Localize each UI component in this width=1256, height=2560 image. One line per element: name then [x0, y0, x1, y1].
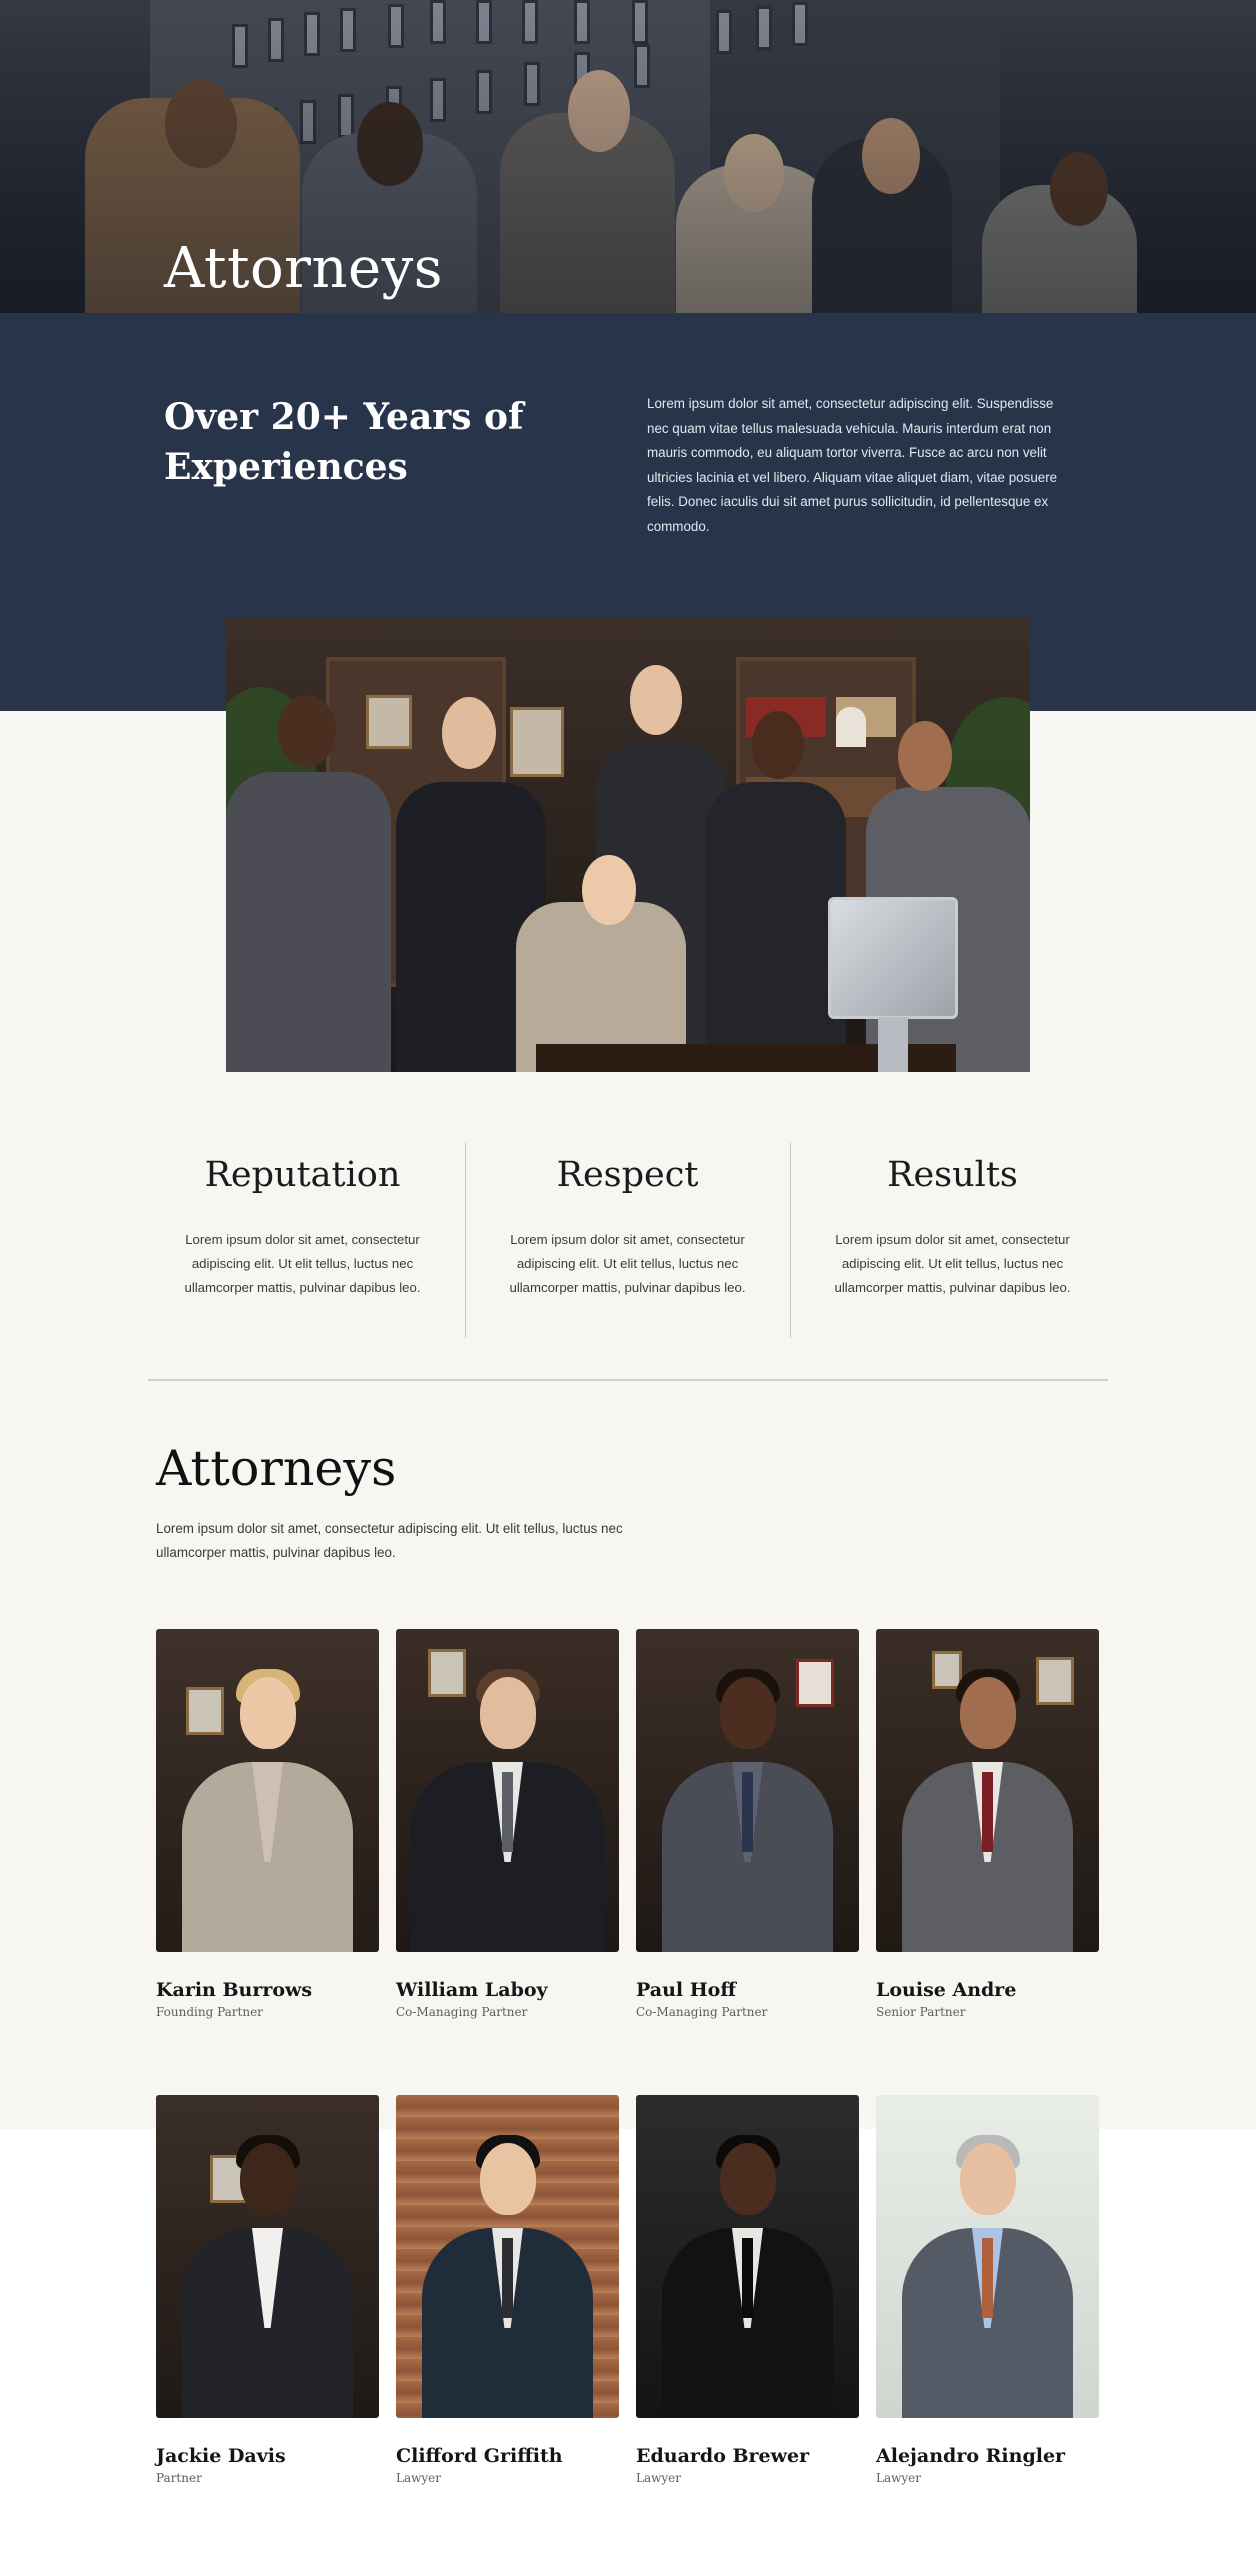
- value-text: Lorem ipsum dolor sit amet, consectetur …: [184, 1232, 421, 1295]
- attorney-name[interactable]: Paul Hoff: [636, 1979, 859, 2001]
- attorney-name[interactable]: Jackie Davis: [156, 2445, 379, 2467]
- attorney-name[interactable]: William Laboy: [396, 1979, 619, 2001]
- team-group-photo: [226, 617, 1030, 1072]
- attorney-name[interactable]: Alejandro Ringler: [876, 2445, 1099, 2467]
- attorney-role: Lawyer: [876, 2471, 922, 2485]
- attorney-role: Co-Managing Partner: [396, 2005, 528, 2019]
- attorney-name[interactable]: Eduardo Brewer: [636, 2445, 859, 2467]
- attorneys-intro-text: Lorem ipsum dolor sit amet, consectetur …: [156, 1521, 623, 1560]
- attorney-card[interactable]: Alejandro Ringler Lawyer: [876, 2095, 1099, 2485]
- attorney-photo[interactable]: [396, 2095, 619, 2418]
- attorney-role: Partner: [156, 2471, 202, 2485]
- attorney-card[interactable]: Louise Andre Senior Partner: [876, 1629, 1099, 2019]
- attorney-card[interactable]: Karin Burrows Founding Partner: [156, 1629, 379, 2019]
- value-text: Lorem ipsum dolor sit amet, consectetur …: [834, 1232, 1071, 1295]
- page-title: Attorneys: [164, 236, 444, 301]
- attorney-role: Founding Partner: [156, 2005, 263, 2019]
- value-respect: Respect Lorem ipsum dolor sit amet, cons…: [465, 1143, 790, 1338]
- attorneys-heading: Attorneys: [156, 1440, 397, 1497]
- hero-banner: Attorneys: [0, 0, 1256, 313]
- attorney-role: Lawyer: [396, 2471, 442, 2485]
- intro-heading: Over 20+ Years of Experiences: [164, 396, 524, 488]
- attorney-photo[interactable]: [156, 2095, 379, 2418]
- attorney-name[interactable]: Karin Burrows: [156, 1979, 379, 2001]
- attorney-card[interactable]: Eduardo Brewer Lawyer: [636, 2095, 859, 2485]
- value-text: Lorem ipsum dolor sit amet, consectetur …: [509, 1232, 746, 1295]
- attorney-card[interactable]: Paul Hoff Co-Managing Partner: [636, 1629, 859, 2019]
- attorney-photo[interactable]: [636, 2095, 859, 2418]
- attorney-photo[interactable]: [636, 1629, 859, 1952]
- attorney-photo[interactable]: [876, 1629, 1099, 1952]
- section-divider: [148, 1379, 1108, 1381]
- attorney-role: Co-Managing Partner: [636, 2005, 768, 2019]
- attorney-card[interactable]: Clifford Griffith Lawyer: [396, 2095, 619, 2485]
- attorney-role: Lawyer: [636, 2471, 682, 2485]
- value-title: Reputation: [204, 1155, 401, 1195]
- attorney-photo[interactable]: [396, 1629, 619, 1952]
- attorney-name[interactable]: Louise Andre: [876, 1979, 1099, 2001]
- value-results: Results Lorem ipsum dolor sit amet, cons…: [790, 1143, 1115, 1338]
- intro-text: Lorem ipsum dolor sit amet, consectetur …: [647, 396, 1058, 534]
- attorney-photo[interactable]: [156, 1629, 379, 1952]
- value-title: Results: [887, 1155, 1018, 1195]
- attorney-role: Senior Partner: [876, 2005, 966, 2019]
- attorney-photo[interactable]: [876, 2095, 1099, 2418]
- value-title: Respect: [556, 1155, 699, 1195]
- value-reputation: Reputation Lorem ipsum dolor sit amet, c…: [140, 1143, 465, 1338]
- attorney-card[interactable]: Jackie Davis Partner: [156, 2095, 379, 2485]
- attorney-name[interactable]: Clifford Griffith: [396, 2445, 619, 2467]
- attorney-card[interactable]: William Laboy Co-Managing Partner: [396, 1629, 619, 2019]
